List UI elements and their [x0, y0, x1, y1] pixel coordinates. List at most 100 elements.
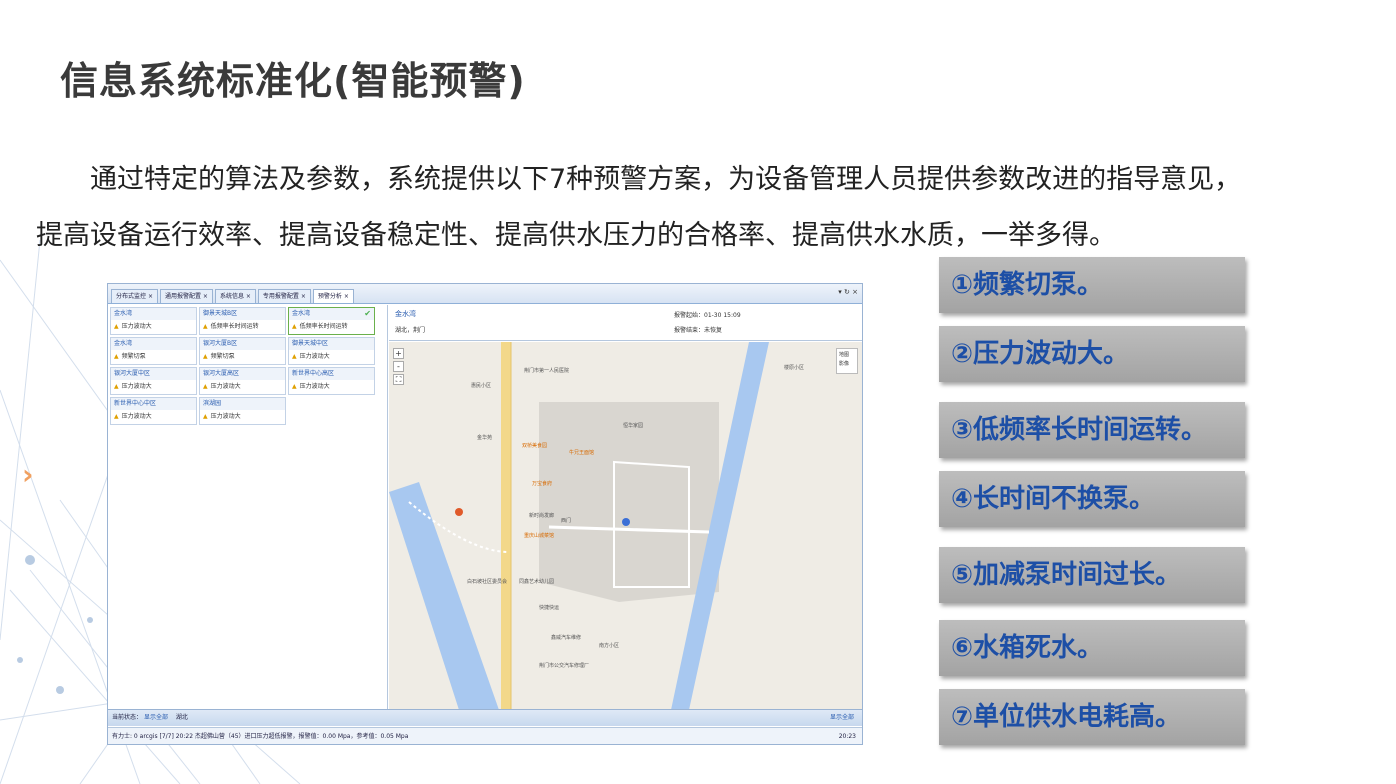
station-card[interactable]: 新世界中心中区 ▲ 压力波动大	[110, 397, 197, 425]
map-label: 白石坡社区委员会	[467, 579, 508, 585]
alert-text: 频繁切泵	[210, 353, 235, 360]
chevron-right-icon: ›	[22, 458, 34, 491]
close-icon[interactable]: ×	[203, 293, 208, 300]
slide-title: 信息系统标准化(智能预警)	[60, 59, 526, 103]
intro-line-1: 通过特定的算法及参数，系统提供以下7种预警方案，为设备管理人员提供参数改进的指导…	[90, 164, 1242, 195]
zoom-out-button[interactable]: -	[393, 361, 404, 372]
warning-icon: ▲	[114, 353, 119, 360]
map-label: 快捷快运	[539, 605, 560, 611]
warning-icon: ▲	[114, 383, 119, 390]
show-all-link[interactable]: 显示全部	[144, 714, 168, 721]
station-card[interactable]: 银河大厦B区 ▲ 频繁切泵	[199, 337, 286, 365]
fullscreen-icon[interactable]: ⛶	[393, 374, 404, 385]
warning-icon: ▲	[203, 413, 208, 420]
map-label: 荆门市公交汽车修理厂	[539, 663, 590, 669]
map-view[interactable]: 荆门市第一人民医院 西门 楼原小区 南方小区 荆门市公交汽车修理厂 白石坡社区委…	[389, 342, 862, 709]
station-name: 滨湖园	[200, 398, 285, 410]
station-name: 新世界中心中区	[111, 398, 196, 410]
station-card[interactable]: 滨湖园 ▲ 压力波动大	[199, 397, 286, 425]
map-label: 荆门市第一人民医院	[524, 368, 570, 374]
tab-general-alarm[interactable]: 通用报警配置 ×	[159, 289, 213, 303]
tab-label: 分布式监控	[116, 293, 147, 300]
station-name: 金水湾	[111, 338, 196, 350]
tab-label: 专用报警配置	[262, 293, 299, 300]
warning-item-7: ⑦单位供水电耗高。	[939, 689, 1245, 745]
tab-label: 通用报警配置	[164, 293, 201, 300]
alert-text: 压力波动大	[299, 353, 330, 360]
station-name: 新世界中心高区	[289, 368, 374, 380]
station-card[interactable]: 御景天城中区 ▲ 压力波动大	[288, 337, 375, 365]
warning-icon: ▲	[292, 323, 297, 330]
warning-icon: ▲	[292, 353, 297, 360]
tab-label: 预警分析	[317, 293, 342, 300]
map-label: 南方小区	[599, 643, 620, 649]
warning-item-3: ③低频率长时间运转。	[939, 402, 1245, 458]
alert-text: 低频率长时间运转	[299, 323, 348, 330]
close-icon[interactable]: ×	[344, 293, 349, 300]
check-icon: ✔	[364, 309, 371, 318]
map-label: 双桥美食园	[522, 443, 548, 449]
station-info: 金水湾 湖北，荆门 报警起始：01-30 15:09 报警结束：未恢复	[389, 305, 862, 341]
station-name: 金水湾	[111, 308, 196, 320]
station-card[interactable]: 银河大厦中区 ▲ 压力波动大	[110, 367, 197, 395]
status-time: 20:23	[838, 733, 856, 740]
alert-text: 压力波动大	[121, 323, 152, 330]
alarm-start-time: 报警起始：01-30 15:09	[674, 312, 741, 319]
map-label: 牛兄王面馆	[569, 450, 595, 456]
warning-icon: ▲	[203, 383, 208, 390]
station-list: 金水湾 ▲ 压力波动大 御景天城B区 ▲ 低频率长时间运转 金水湾 ✔ ▲ 低频率长时间运转 …	[108, 305, 388, 709]
station-name: 银河大厦B区	[200, 338, 285, 350]
show-all-right-link[interactable]: 显示全部	[830, 710, 854, 726]
warning-icon: ▲	[114, 413, 119, 420]
tab-system-info[interactable]: 系统信息 ×	[214, 289, 256, 303]
warning-icon: ▲	[203, 323, 208, 330]
map-type-map[interactable]: 地图	[839, 351, 855, 360]
map-label: 同鑫艺术幼儿园	[519, 579, 555, 585]
map-label: 恒华家园	[623, 423, 644, 429]
station-card[interactable]: 御景天城B区 ▲ 低频率长时间运转	[199, 307, 286, 335]
map-type-switch[interactable]: 地图 影像	[836, 348, 858, 374]
alert-text: 频繁切泵	[121, 353, 146, 360]
station-card-selected[interactable]: 金水湾 ✔ ▲ 低频率长时间运转	[288, 307, 375, 335]
station-name: 御景天城B区	[200, 308, 285, 320]
station-card[interactable]: 金水湾 ▲ 频繁切泵	[110, 337, 197, 365]
warning-icon: ▲	[292, 383, 297, 390]
close-icon[interactable]: ×	[301, 293, 306, 300]
zoom-controls: + - ⛶	[393, 348, 404, 387]
map-label: 惠民小区	[471, 383, 492, 389]
map-label: 重庆山城菜馆	[524, 533, 555, 539]
tab-distributed-monitor[interactable]: 分布式监控 ×	[111, 289, 158, 303]
tab-special-alarm[interactable]: 专用报警配置 ×	[257, 289, 311, 303]
warning-item-6: ⑥水箱死水。	[939, 620, 1245, 676]
station-info-location: 湖北，荆门	[395, 327, 426, 334]
close-icon[interactable]: ×	[246, 293, 251, 300]
detail-pane: 金水湾 湖北，荆门 报警起始：01-30 15:09 报警结束：未恢复 荆门市第…	[389, 305, 862, 709]
tab-warning-analysis[interactable]: 预警分析 ×	[312, 289, 354, 303]
warning-icon: ▲	[203, 353, 208, 360]
alert-text: 压力波动大	[299, 383, 330, 390]
status-bar: 有力士: 0 arcgis [7/7] 20:22 杰超佛山营（45）进口压力超…	[108, 727, 862, 744]
station-card[interactable]: 银河大厦高区 ▲ 压力波动大	[199, 367, 286, 395]
footer-label: 当前状态：	[112, 714, 143, 721]
intro-line-2: 提高设备运行效率、提高设备稳定性、提高供水压力的合格率、提高供水水质，一举多得。	[36, 220, 1116, 251]
status-text: 有力士: 0 arcgis [7/7] 20:22 杰超佛山营（45）进口压力超…	[112, 733, 409, 740]
tab-controls[interactable]: ▾ ↻ ×	[838, 288, 858, 296]
map-label: 万宝食府	[532, 481, 553, 487]
station-card[interactable]: 金水湾 ▲ 压力波动大	[110, 307, 197, 335]
station-name: 银河大厦中区	[111, 368, 196, 380]
alert-text: 压力波动大	[210, 383, 241, 390]
map-label: 鑫威汽车维修	[551, 635, 582, 641]
app-screenshot: 分布式监控 × 通用报警配置 × 系统信息 × 专用报警配置 × 预警分析 × …	[107, 283, 863, 745]
warning-item-1: ①频繁切泵。	[939, 257, 1245, 313]
warning-item-5: ⑤加减泵时间过长。	[939, 547, 1245, 603]
zoom-in-button[interactable]: +	[393, 348, 404, 359]
tab-bar: 分布式监控 × 通用报警配置 × 系统信息 × 专用报警配置 × 预警分析 × …	[108, 284, 862, 304]
station-card[interactable]: 新世界中心高区 ▲ 压力波动大	[288, 367, 375, 395]
alert-text: 压力波动大	[121, 413, 152, 420]
alarm-end-state: 报警结束：未恢复	[674, 327, 723, 334]
map-type-satellite[interactable]: 影像	[839, 360, 855, 369]
close-icon[interactable]: ×	[148, 293, 153, 300]
alert-text: 压力波动大	[121, 383, 152, 390]
map-label: 楼原小区	[784, 365, 805, 371]
map-label: 新时尚发廊	[529, 513, 555, 519]
